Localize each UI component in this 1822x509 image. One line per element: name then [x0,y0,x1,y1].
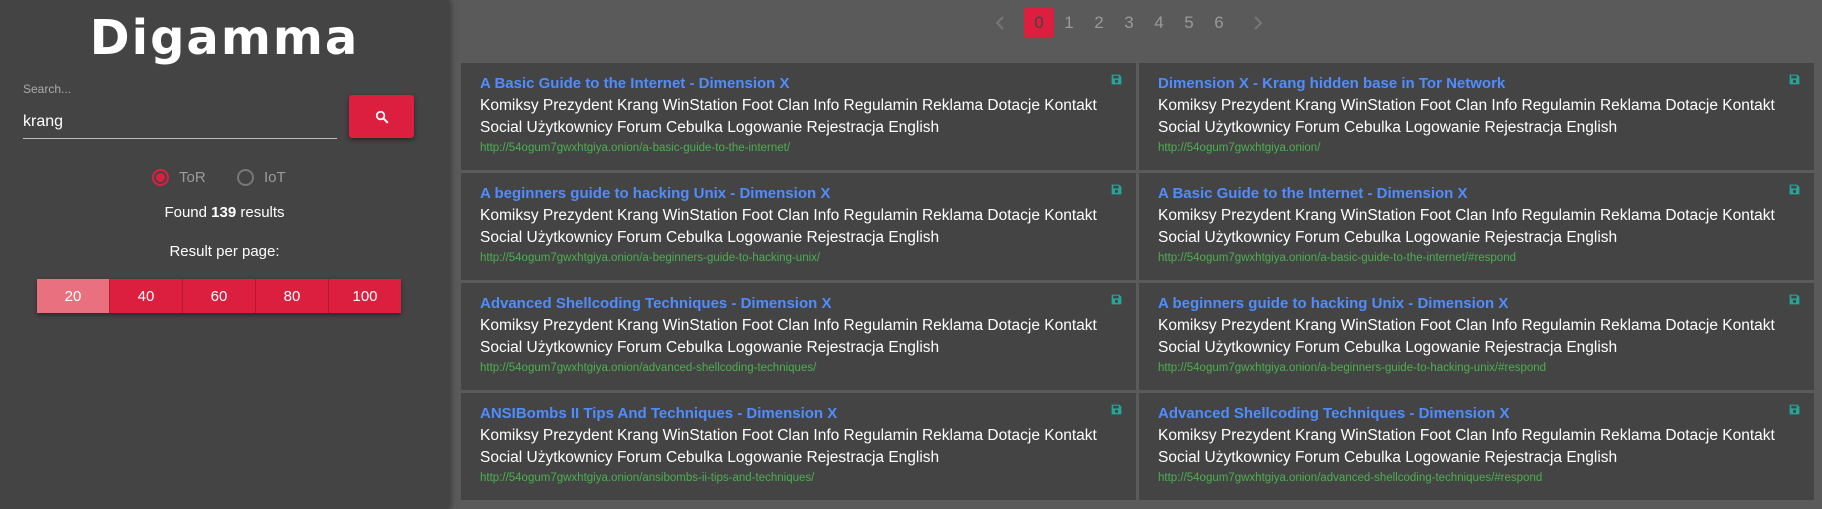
page-0-button[interactable]: 0 [1024,8,1054,38]
search-button[interactable] [349,95,414,138]
results-count-suffix: results [236,204,285,221]
result-url[interactable]: http://54ogum7gwxhtgiya.onion/a-basic-gu… [1158,252,1795,264]
next-page-button[interactable] [1248,8,1268,38]
search-input[interactable] [23,106,337,139]
prev-page-button[interactable] [990,8,1010,38]
page-6-button[interactable]: 6 [1204,8,1234,38]
result-title-link[interactable]: A Basic Guide to the Internet - Dimensio… [1158,184,1795,203]
result-url[interactable]: http://54ogum7gwxhtgiya.onion/a-basic-gu… [480,142,1117,154]
search-icon [375,110,388,123]
result-card: A beginners guide to hacking Unix - Dime… [1139,283,1814,390]
save-icon[interactable] [1788,73,1801,86]
result-url[interactable]: http://54ogum7gwxhtgiya.onion/ [1158,142,1795,154]
page-4-button[interactable]: 4 [1144,8,1174,38]
result-url[interactable]: http://54ogum7gwxhtgiya.onion/advanced-s… [480,362,1117,374]
results-count-prefix: Found [164,204,212,221]
result-card: A Basic Guide to the Internet - Dimensio… [1139,173,1814,280]
result-card: ANSIBombs II Tips And Techniques - Dimen… [461,393,1136,500]
result-snippet: Komiksy Prezydent Krang WinStation Foot … [1158,97,1775,136]
result-snippet: Komiksy Prezydent Krang WinStation Foot … [480,207,1097,246]
save-icon[interactable] [1110,73,1123,86]
save-icon[interactable] [1110,293,1123,306]
page-numbers: 0123456 [1024,8,1234,38]
pagination: 0123456 [990,8,1268,38]
radio-tor-button[interactable] [152,169,169,186]
page-3-button[interactable]: 3 [1114,8,1144,38]
result-url[interactable]: http://54ogum7gwxhtgiya.onion/ansibombs-… [480,472,1117,484]
result-snippet: Komiksy Prezydent Krang WinStation Foot … [1158,317,1775,356]
per-page-label: Result per page: [169,243,280,260]
result-snippet: Komiksy Prezydent Krang WinStation Foot … [480,317,1097,356]
save-icon[interactable] [1788,183,1801,196]
per-page-option[interactable]: 20 [37,279,109,313]
save-icon[interactable] [1110,403,1123,416]
page-5-button[interactable]: 5 [1174,8,1204,38]
result-title-link[interactable]: Advanced Shellcoding Techniques - Dimens… [1158,404,1795,423]
result-url[interactable]: http://54ogum7gwxhtgiya.onion/advanced-s… [1158,472,1795,484]
radio-iot-label: IoT [264,169,286,186]
radio-iot-button[interactable] [237,169,254,186]
result-snippet: Komiksy Prezydent Krang WinStation Foot … [480,427,1097,466]
radio-tor[interactable]: ToR [152,169,206,186]
per-page-selector: 20 40 60 80 100 [37,279,401,313]
save-icon[interactable] [1788,293,1801,306]
app-logo: Digamma [89,10,360,66]
page-2-button[interactable]: 2 [1084,8,1114,38]
result-title-link[interactable]: A Basic Guide to the Internet - Dimensio… [480,74,1117,93]
per-page-option[interactable]: 80 [255,279,328,313]
result-snippet: Komiksy Prezydent Krang WinStation Foot … [480,97,1097,136]
result-snippet: Komiksy Prezydent Krang WinStation Foot … [1158,207,1775,246]
results-count-value: 139 [211,204,237,221]
result-card: A beginners guide to hacking Unix - Dime… [461,173,1136,280]
result-url[interactable]: http://54ogum7gwxhtgiya.onion/a-beginner… [1158,362,1795,374]
results-count: Found 139 results [0,204,449,221]
result-title-link[interactable]: Dimension X - Krang hidden base in Tor N… [1158,74,1795,93]
sidebar: Digamma Search... ToR IoT Found 139 resu… [0,0,449,509]
radio-tor-label: ToR [179,169,206,186]
per-page-option[interactable]: 60 [182,279,255,313]
per-page-option[interactable]: 40 [109,279,182,313]
result-snippet: Komiksy Prezydent Krang WinStation Foot … [1158,427,1775,466]
result-title-link[interactable]: ANSIBombs II Tips And Techniques - Dimen… [480,404,1117,423]
result-card: Advanced Shellcoding Techniques - Dimens… [461,283,1136,390]
result-title-link[interactable]: Advanced Shellcoding Techniques - Dimens… [480,294,1117,313]
result-card: Advanced Shellcoding Techniques - Dimens… [1139,393,1814,500]
save-icon[interactable] [1788,403,1801,416]
result-title-link[interactable]: A beginners guide to hacking Unix - Dime… [480,184,1117,203]
search-label: Search... [23,82,72,96]
radio-iot[interactable]: IoT [237,169,286,186]
result-card: A Basic Guide to the Internet - Dimensio… [461,63,1136,170]
result-card: Dimension X - Krang hidden base in Tor N… [1139,63,1814,170]
save-icon[interactable] [1110,183,1123,196]
page-1-button[interactable]: 1 [1054,8,1084,38]
chevron-right-icon [1254,16,1263,30]
result-title-link[interactable]: A beginners guide to hacking Unix - Dime… [1158,294,1795,313]
chevron-left-icon [995,16,1004,30]
per-page-option[interactable]: 100 [328,279,401,313]
result-url[interactable]: http://54ogum7gwxhtgiya.onion/a-beginner… [480,252,1117,264]
